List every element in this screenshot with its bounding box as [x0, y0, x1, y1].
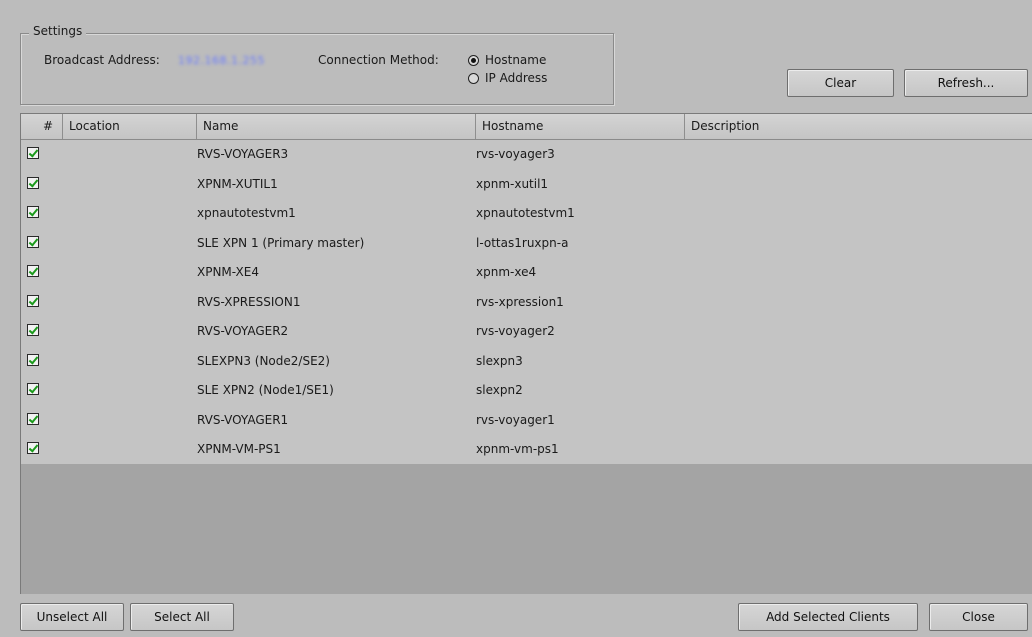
row-name: RVS-VOYAGER2	[197, 324, 289, 338]
table-row[interactable]: XPNM-XUTIL1 xpnm-xutil1	[21, 170, 1032, 200]
row-checkbox[interactable]	[27, 206, 39, 218]
add-selected-clients-button[interactable]: Add Selected Clients	[738, 603, 918, 631]
row-checkbox[interactable]	[27, 383, 39, 395]
clients-table: # Location Name Hostname Description RVS…	[20, 113, 1032, 594]
row-hostname: slexpn2	[476, 383, 523, 397]
column-header-hostname[interactable]: Hostname	[476, 114, 685, 139]
row-name: XPNM-VM-PS1	[197, 442, 281, 456]
close-button[interactable]: Close	[929, 603, 1028, 631]
table-row[interactable]: XPNM-XE4 xpnm-xe4	[21, 258, 1032, 288]
row-name: SLE XPN2 (Node1/SE1)	[197, 383, 334, 397]
column-header-location[interactable]: Location	[63, 114, 197, 139]
row-hostname: xpnm-xe4	[476, 265, 537, 279]
select-all-button[interactable]: Select All	[130, 603, 234, 631]
table-row[interactable]: RVS-VOYAGER1 rvs-voyager1	[21, 406, 1032, 436]
hostname-radio-label[interactable]: Hostname	[485, 53, 546, 67]
row-hostname: xpnm-vm-ps1	[476, 442, 559, 456]
table-row[interactable]: RVS-VOYAGER3 rvs-voyager3	[21, 140, 1032, 170]
row-checkbox[interactable]	[27, 176, 39, 189]
broadcast-address-label: Broadcast Address:	[44, 53, 160, 67]
row-name: SLEXPN3 (Node2/SE2)	[197, 353, 330, 368]
row-checkbox[interactable]	[27, 294, 39, 307]
table-row[interactable]: XPNM-VM-PS1 xpnm-vm-ps1	[21, 435, 1032, 465]
table-body: RVS-VOYAGER3 rvs-voyager3 XPNM-XUTIL1 xp…	[21, 140, 1032, 464]
table-row[interactable]: RVS-XPRESSION1 rvs-xpression1	[21, 288, 1032, 318]
table-row[interactable]: SLE XPN 1 (Primary master) l-ottas1ruxpn…	[21, 229, 1032, 259]
row-hostname: rvs-xpression1	[476, 294, 564, 309]
row-checkbox[interactable]	[27, 265, 39, 277]
ip-address-radio[interactable]	[468, 73, 479, 84]
settings-group	[20, 33, 614, 105]
column-header-description[interactable]: Description	[685, 114, 1032, 139]
row-name: RVS-VOYAGER3	[197, 147, 289, 161]
refresh-button[interactable]: Refresh...	[904, 69, 1028, 97]
table-header: # Location Name Hostname Description	[21, 114, 1032, 140]
row-name: SLE XPN 1 (Primary master)	[197, 235, 365, 250]
row-hostname: xpnautotestvm1	[476, 206, 575, 220]
ip-address-radio-label[interactable]: IP Address	[485, 71, 547, 85]
row-hostname: rvs-voyager2	[476, 324, 555, 338]
hostname-radio[interactable]	[468, 55, 479, 66]
row-hostname: rvs-voyager1	[476, 412, 555, 427]
column-header-number[interactable]: #	[21, 114, 63, 139]
column-header-name[interactable]: Name	[197, 114, 476, 139]
row-name: RVS-XPRESSION1	[197, 294, 301, 309]
row-name: xpnautotestvm1	[197, 206, 296, 220]
row-name: XPNM-XUTIL1	[197, 176, 278, 191]
row-checkbox[interactable]	[27, 324, 39, 336]
row-checkbox[interactable]	[27, 353, 39, 366]
table-row[interactable]: RVS-VOYAGER2 rvs-voyager2	[21, 317, 1032, 347]
table-row[interactable]: SLE XPN2 (Node1/SE1) slexpn2	[21, 376, 1032, 406]
unselect-all-button[interactable]: Unselect All	[20, 603, 124, 631]
row-hostname: slexpn3	[476, 353, 523, 368]
settings-group-title: Settings	[29, 24, 87, 38]
row-checkbox[interactable]	[27, 412, 39, 425]
table-row[interactable]: xpnautotestvm1 xpnautotestvm1	[21, 199, 1032, 229]
row-checkbox[interactable]	[27, 147, 39, 159]
connection-method-label: Connection Method:	[318, 53, 439, 67]
broadcast-address-value: 192.168.1.255	[178, 54, 265, 67]
row-hostname: xpnm-xutil1	[476, 176, 549, 191]
row-checkbox[interactable]	[27, 442, 39, 454]
row-name: XPNM-XE4	[197, 265, 259, 279]
row-name: RVS-VOYAGER1	[197, 412, 289, 427]
row-checkbox[interactable]	[27, 235, 39, 248]
row-hostname: l-ottas1ruxpn-a	[476, 235, 569, 250]
row-hostname: rvs-voyager3	[476, 147, 555, 161]
table-row[interactable]: SLEXPN3 (Node2/SE2) slexpn3	[21, 347, 1032, 377]
clear-button[interactable]: Clear	[787, 69, 894, 97]
